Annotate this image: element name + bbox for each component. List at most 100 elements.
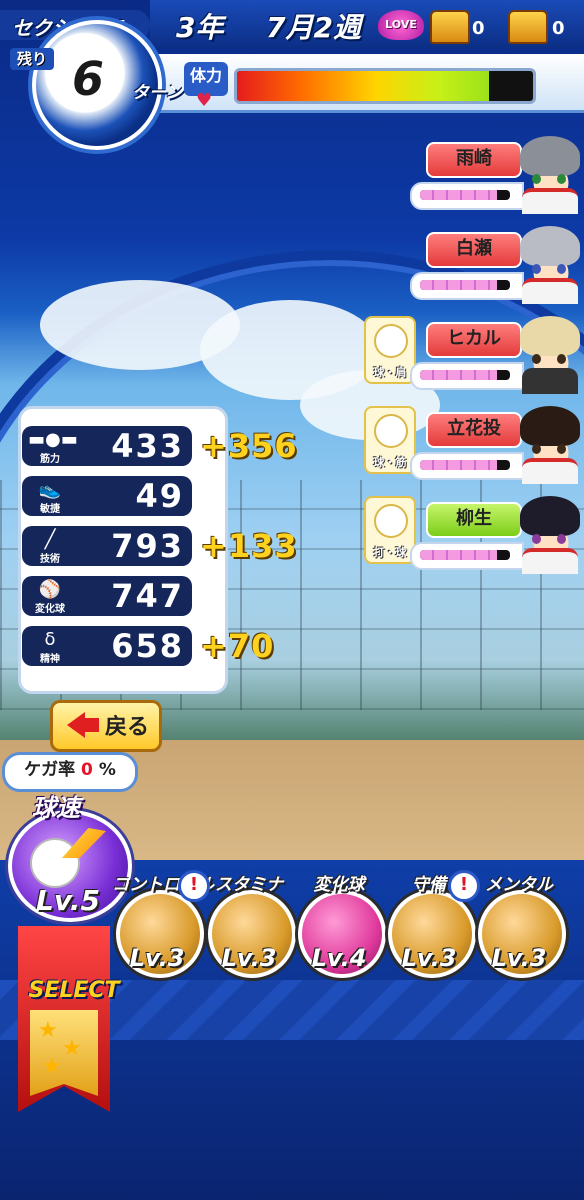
stat-label: 技術 <box>40 554 60 565</box>
injury-label: ケガ率 <box>24 760 76 780</box>
bond-gauge-fill <box>420 550 497 560</box>
bond-gauge-fill <box>420 370 497 380</box>
partner-avatar <box>518 496 584 574</box>
star-icon: ★ <box>62 1036 82 1061</box>
training-skill-badge: 打・球 <box>364 496 416 564</box>
stat-value: 793 <box>111 527 184 565</box>
baseball-icon <box>30 838 80 888</box>
training-level: Lv.3 <box>221 944 277 972</box>
hair <box>520 496 580 536</box>
stat-value: 49 <box>135 477 184 515</box>
partner-card[interactable]: 白瀬 <box>410 226 584 306</box>
stat-label: 変化球 <box>35 604 65 615</box>
stat-row-spirit: δ 精神 658 <box>22 626 192 666</box>
bond-gauge-fill <box>420 280 497 290</box>
training-option-breaking-ball[interactable]: 変化球 Lv.4 <box>294 870 386 980</box>
eyes <box>532 354 566 364</box>
partner-name: 雨崎 <box>426 142 522 178</box>
bond-gauge <box>410 272 524 300</box>
bond-gauge <box>410 182 524 210</box>
partner-avatar <box>518 316 584 394</box>
treasure-chest-icon[interactable] <box>430 10 470 44</box>
skill-badge-label: 球・肩 <box>373 366 407 379</box>
training-title: 球速 <box>32 794 80 822</box>
stamina-gauge <box>234 68 536 104</box>
hair <box>520 136 580 176</box>
stat-bonus: +70 <box>200 627 275 665</box>
partner-card[interactable]: 雨崎 <box>410 136 584 216</box>
training-option-mental[interactable]: メンタル Lv.3 <box>474 870 566 980</box>
stat-label: 敏捷 <box>40 504 60 515</box>
uniform <box>522 548 578 574</box>
stat-label: 筋力 <box>40 454 60 465</box>
uniform <box>522 278 578 304</box>
eyes <box>532 534 566 544</box>
treasure-chest-icon[interactable] <box>508 10 548 44</box>
uniform <box>522 458 578 484</box>
week-label: 7月2週 <box>266 11 361 44</box>
partner-avatar <box>518 226 584 304</box>
remaining-label: 残り <box>10 48 54 70</box>
partner-card[interactable]: 球・筋 立花投 <box>364 406 584 486</box>
partner-name: 白瀬 <box>426 232 522 268</box>
eyes <box>532 264 566 274</box>
chest-count-right: 0 <box>552 18 565 39</box>
partner-avatar <box>518 406 584 484</box>
baseball-icon <box>374 504 408 538</box>
training-level: Lv.3 <box>401 944 457 972</box>
bond-gauge <box>410 362 524 390</box>
training-title: 変化球 <box>313 875 365 895</box>
back-button[interactable]: 戻る <box>50 700 162 752</box>
love-heart-icon[interactable]: LOVE <box>378 10 424 40</box>
stat-row-breaking-ball: ⚾ 変化球 747 <box>22 576 192 616</box>
training-level: Lv.3 <box>491 944 547 972</box>
select-label: SELECT <box>28 978 120 1003</box>
stat-value: 747 <box>111 577 184 615</box>
partner-avatar <box>518 136 584 214</box>
turns-left: 6 <box>72 52 105 106</box>
baseball-icon <box>374 414 408 448</box>
left-arrow-icon-tail <box>83 718 99 732</box>
partner-name: 柳生 <box>426 502 522 538</box>
partner-card[interactable]: 球・肩 ヒカル <box>364 316 584 396</box>
skill-badge-label: 球・筋 <box>373 456 407 469</box>
hair <box>520 406 580 446</box>
training-level: Lv.4 <box>311 944 367 972</box>
training-level: Lv.3 <box>129 944 185 972</box>
stat-bonus: +356 <box>200 427 298 465</box>
training-skill-badge: 球・肩 <box>364 316 416 384</box>
eyes <box>532 174 566 184</box>
partner-card[interactable]: 打・球 柳生 <box>364 496 584 576</box>
year-label: 3年 <box>176 11 224 44</box>
training-level: Lv.5 <box>36 884 100 917</box>
training-title: メンタル <box>485 875 553 895</box>
stat-label: 精神 <box>40 654 60 665</box>
stat-bonus: +133 <box>200 527 298 565</box>
stat-value: 658 <box>111 627 184 665</box>
injury-value: 0 <box>81 760 93 780</box>
training-option-velocity-selected[interactable]: 球速 Lv.5 <box>2 788 132 924</box>
stat-row-muscle: ▬●▬ 筋力 433 <box>22 426 192 466</box>
bond-gauge <box>410 542 524 570</box>
eyes <box>532 444 566 454</box>
stat-row-agility: 👟 敏捷 49 <box>22 476 192 516</box>
training-option-stamina[interactable]: スタミナ Lv.3 <box>204 870 296 980</box>
uniform <box>522 188 578 214</box>
chest-count-left: 0 <box>472 18 485 39</box>
hair <box>520 316 580 356</box>
hair <box>520 226 580 266</box>
baseball-icon <box>374 324 408 358</box>
heart-icon: ♥ <box>196 90 213 111</box>
injury-unit: % <box>98 760 116 780</box>
bond-gauge-fill <box>420 460 497 470</box>
skill-badge-label: 打・球 <box>373 546 407 559</box>
partner-name: 立花投 <box>426 412 522 448</box>
training-skill-badge: 球・筋 <box>364 406 416 474</box>
bond-gauge <box>410 452 524 480</box>
star-icon: ★ <box>38 1018 58 1043</box>
bond-gauge-fill <box>420 190 497 200</box>
partner-name: ヒカル <box>426 322 522 358</box>
turn-unit: ターン <box>132 83 183 103</box>
back-label: 戻る <box>105 715 150 740</box>
stat-value: 433 <box>111 427 184 465</box>
